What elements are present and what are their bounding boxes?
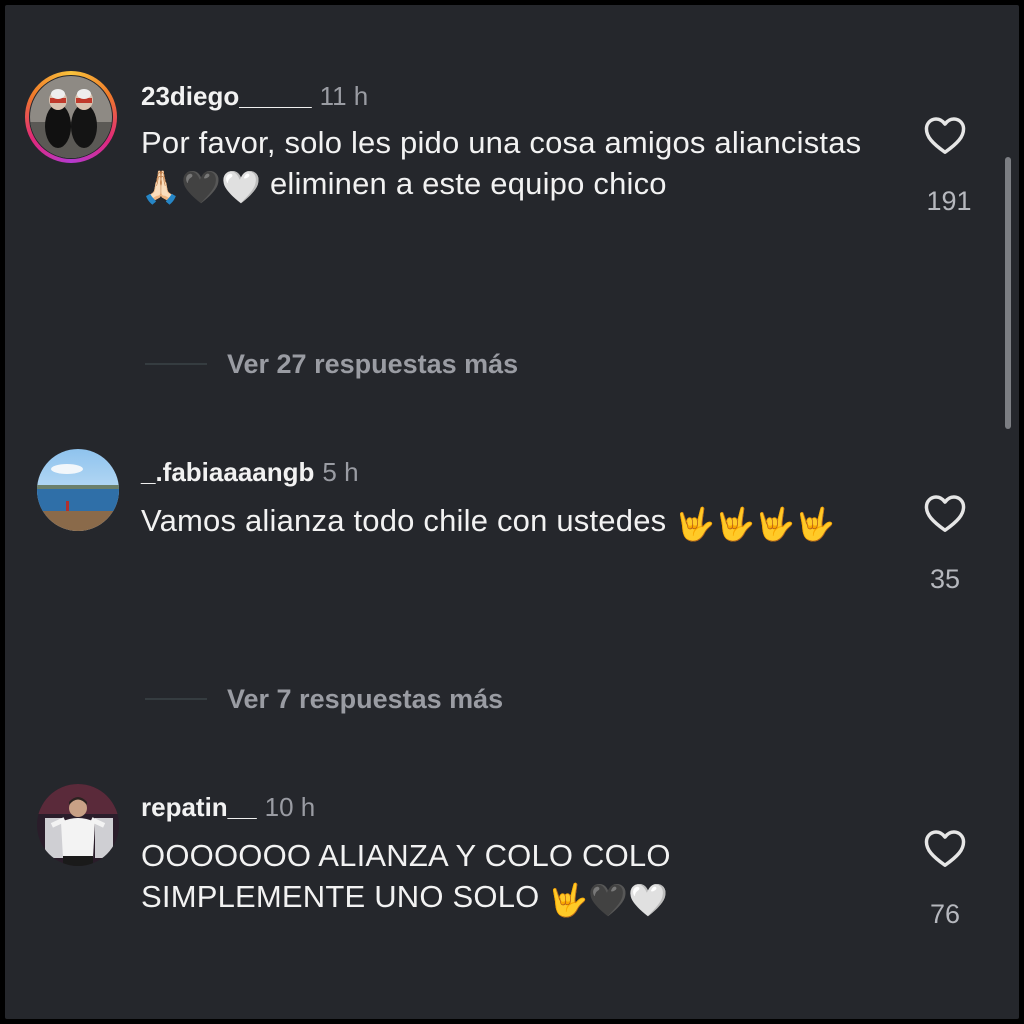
username[interactable]: repatin__ — [141, 792, 257, 822]
comments-screen: 23diego_____ 11 h Por favor, solo les pid… — [5, 5, 1019, 1019]
view-replies-button[interactable]: Ver 7 respuestas más — [145, 683, 503, 715]
username[interactable]: 23diego_____ — [141, 81, 312, 111]
view-replies-button[interactable]: Ver 27 respuestas más — [145, 348, 518, 380]
comment-text: OOOOOOO ALIANZA Y COLO COLO SIMPLEMENTE … — [141, 835, 881, 918]
comment-text-part: Por favor, solo les pido una cosa amigos… — [141, 125, 862, 160]
emoji-group: 🙏🏻🖤🤍 — [141, 169, 262, 205]
comment-text-part: eliminen a este equipo chico — [261, 166, 667, 201]
like-count: 191 — [926, 186, 972, 216]
emoji-group: 🤟🤟🤟🤟 — [675, 506, 836, 542]
comment-header: 23diego_____ 11 h — [141, 81, 368, 111]
emoji-group: 🤟🖤🤍 — [548, 882, 669, 918]
timestamp: 11 h — [319, 81, 369, 111]
comment-text-part: Vamos alianza todo chile con ustedes — [141, 503, 676, 538]
heart-outline-icon[interactable] — [923, 493, 967, 533]
heart-outline-icon[interactable] — [923, 828, 967, 868]
like-control: 35 — [910, 493, 980, 595]
timestamp: 5 h — [322, 457, 359, 487]
avatar[interactable] — [37, 449, 119, 531]
comment-header: repatin__ 10 h — [141, 792, 315, 822]
replies-divider — [145, 698, 207, 700]
comment-text: Por favor, solo les pido una cosa amigos… — [141, 122, 881, 205]
replies-divider — [145, 363, 207, 365]
view-replies-label[interactable]: Ver 27 respuestas más — [227, 348, 518, 380]
football-player-photo — [37, 784, 119, 866]
like-count: 35 — [929, 564, 961, 594]
lake-landscape-photo — [37, 449, 119, 531]
like-count: 76 — [929, 899, 961, 929]
view-replies-label[interactable]: Ver 7 respuestas más — [227, 683, 503, 715]
username[interactable]: _.fabiaaaangb — [141, 457, 314, 487]
avatar[interactable] — [30, 76, 112, 158]
avatar[interactable] — [37, 784, 119, 866]
heart-outline-icon[interactable] — [923, 115, 967, 155]
scrollbar[interactable] — [1005, 157, 1011, 429]
like-control: 76 — [910, 828, 980, 930]
comment-text: Vamos alianza todo chile con ustedes 🤟🤟🤟… — [141, 500, 881, 542]
feet-photo — [30, 76, 112, 158]
comment-header: _.fabiaaaangb 5 h — [141, 457, 359, 487]
timestamp: 10 h — [264, 792, 316, 822]
like-control: 191 — [910, 115, 980, 217]
